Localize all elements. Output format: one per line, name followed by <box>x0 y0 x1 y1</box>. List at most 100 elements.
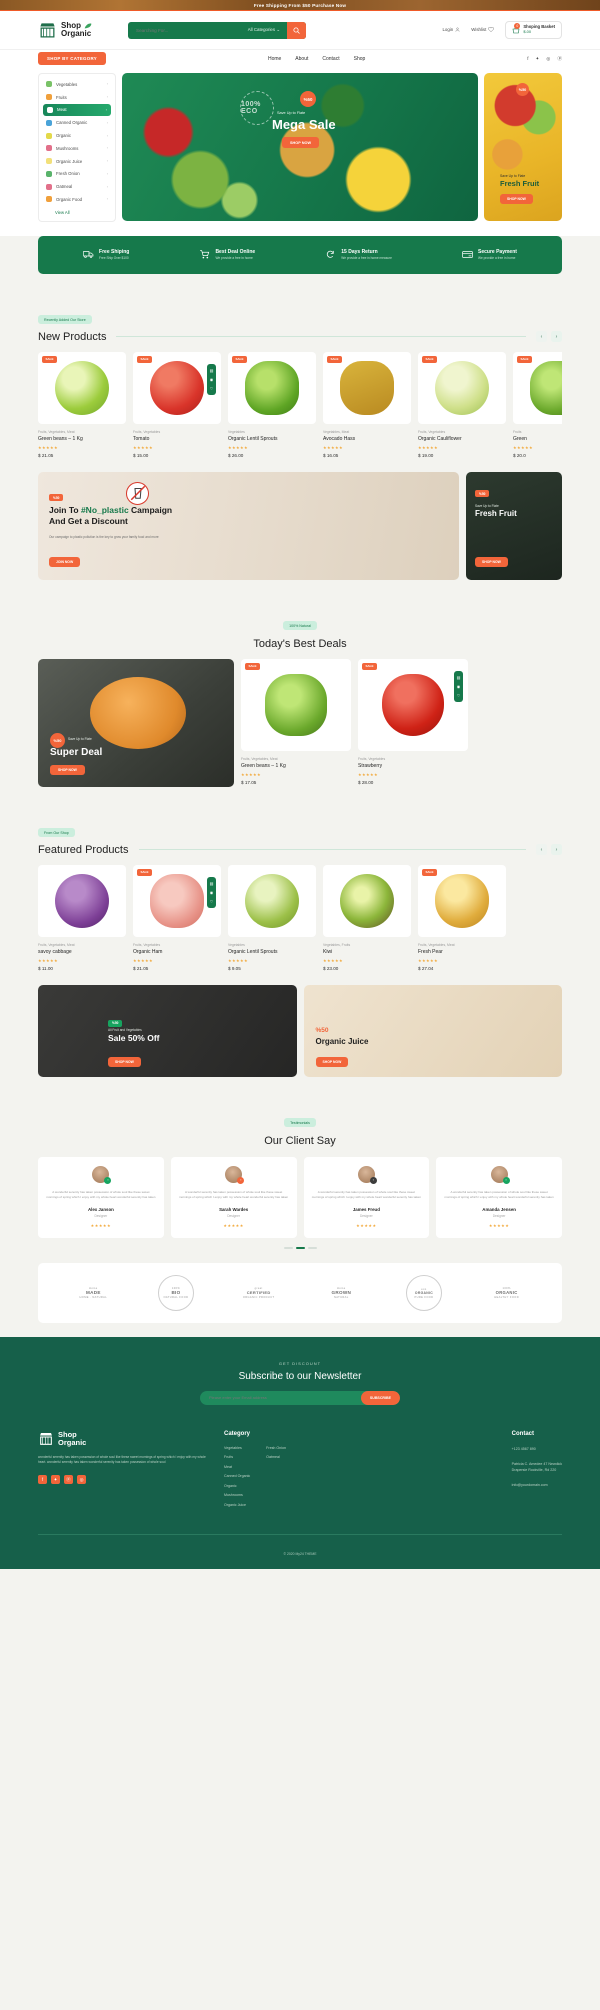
chevron-right-icon[interactable]: › <box>551 844 562 856</box>
pagination-dot[interactable] <box>283 1246 293 1249</box>
product-name[interactable]: Green beans – 1 Kg <box>241 763 351 769</box>
instagram-icon[interactable]: ◎ <box>77 1475 86 1485</box>
sidebar-item-mushrooms[interactable]: Mushrooms › <box>39 142 115 155</box>
hero-banner-side[interactable]: %50 Save Up to Flate Fresh Fruit SHOP NO… <box>484 73 562 221</box>
instagram-icon[interactable]: ◎ <box>546 56 550 62</box>
product-card[interactable]: SALE Fruits Green ★★★★★ $ 20.0 <box>513 351 562 458</box>
promo-banner-no-plastic[interactable]: %50 Join To #No_plastic Campaign And Get… <box>38 471 459 580</box>
product-name[interactable]: Organic Lentil Sprouts <box>228 436 316 442</box>
sidebar-item-fruits[interactable]: Fruits › <box>39 91 115 104</box>
eye-icon[interactable]: ◉ <box>457 684 461 689</box>
product-card[interactable]: SALE Fruits, Vegetables, Meat Green bean… <box>241 658 351 787</box>
product-quick-actions[interactable]: ▤ ◉ ♡ <box>454 670 463 702</box>
product-card[interactable]: SALE ▤ ◉ ♡ Fruits, Vegetables Strawberry… <box>358 658 468 787</box>
cart-icon[interactable]: ▤ <box>457 675 461 680</box>
promo-shop-now-button[interactable]: SHOP NOW <box>475 556 508 567</box>
wishlist-link[interactable]: Wishlist <box>471 27 495 32</box>
pinterest-icon[interactable]: ⓟ <box>64 1475 73 1485</box>
footer-link[interactable]: Meat <box>224 1465 250 1469</box>
promo-banner-fresh-fruit[interactable]: %50 Save Up to Flate Fresh Fruit SHOP NO… <box>466 471 562 580</box>
footer-link[interactable]: Vegetables <box>224 1446 250 1450</box>
banner-shop-now-button[interactable]: SHOP NOW <box>108 1056 141 1067</box>
product-card[interactable]: SALE Fruits, Vegetables, Meat Fresh Pear… <box>418 864 506 971</box>
banner-shop-now-button[interactable]: SHOP NOW <box>315 1056 349 1067</box>
sidebar-item-fresh-onion[interactable]: Fresh Onion › <box>39 167 115 180</box>
search-category-select[interactable]: All Categories ⌄ <box>248 27 287 33</box>
super-deal-card[interactable]: %50 Save Up to Flate Super Deal SHOP NOW <box>38 658 234 787</box>
twitter-icon[interactable]: ✦ <box>51 1475 60 1485</box>
product-card[interactable]: SALE Fruits, Vegetables Organic Cauliflo… <box>418 351 506 458</box>
sidebar-item-meat[interactable]: Meat › <box>43 103 111 117</box>
footer-link[interactable]: Mushrooms <box>224 1493 250 1497</box>
footer-link[interactable]: Fruits <box>224 1455 250 1459</box>
search-bar[interactable]: All Categories ⌄ <box>128 21 306 39</box>
sidebar-item-organic[interactable]: Organic › <box>39 129 115 142</box>
product-card[interactable]: Vegetables Organic Lentil Sprouts ★★★★★ … <box>228 864 316 971</box>
product-quick-actions[interactable]: ▤ ◉ ♡ <box>207 876 216 908</box>
footer-email[interactable]: info@yourdomain.com <box>512 1482 562 1488</box>
product-card[interactable]: Vegetables, Fruits Kiwi ★★★★★ $ 23.00 <box>323 864 411 971</box>
side-shop-now-button[interactable]: SHOP NOW <box>500 194 533 204</box>
shop-by-category-button[interactable]: SHOP BY CATEGORY <box>38 52 107 65</box>
shopping-basket[interactable]: 0 Shoping Basket $.00 <box>505 21 562 39</box>
product-name[interactable]: Fresh Pear <box>418 949 506 955</box>
chevron-left-icon[interactable]: ‹ <box>536 331 547 343</box>
cart-icon[interactable]: ▤ <box>210 881 214 886</box>
sidebar-item-organic-juice[interactable]: Organic Juice › <box>39 155 115 168</box>
pinterest-icon[interactable]: ⓟ <box>557 56 562 62</box>
product-name[interactable]: Organic Cauliflower <box>418 436 506 442</box>
heart-icon[interactable]: ♡ <box>210 899 214 904</box>
footer-link[interactable]: Canned Organic <box>224 1474 250 1478</box>
product-card[interactable]: SALE Fruits, Vegetables, Meat Green bean… <box>38 351 126 458</box>
twitter-icon[interactable]: ✦ <box>536 56 540 62</box>
view-all-categories-link[interactable]: View All <box>39 206 115 217</box>
testimonial-pagination[interactable] <box>38 1246 562 1249</box>
banner-organic-juice[interactable]: %50 Organic Juice SHOP NOW <box>303 984 562 1077</box>
facebook-icon[interactable]: f <box>38 1475 47 1485</box>
pagination-dot[interactable] <box>307 1246 317 1249</box>
search-input[interactable] <box>128 27 248 33</box>
product-card[interactable]: SALE Vegetables Organic Lentil Sprouts ★… <box>228 351 316 458</box>
hero-shop-now-button[interactable]: SHOP NOW <box>282 137 320 148</box>
cart-icon[interactable]: ▤ <box>210 368 214 373</box>
footer-logo[interactable]: Shop Organic <box>38 1430 206 1447</box>
sidebar-item-oatmeal[interactable]: Oatmeal › <box>39 180 115 193</box>
footer-link[interactable]: Fresh Onion <box>266 1446 286 1450</box>
product-name[interactable]: Tomato <box>133 436 221 442</box>
product-card[interactable]: SALE Vegetables, Meat Avocado Hass ★★★★★… <box>323 351 411 458</box>
heart-icon[interactable]: ♡ <box>210 386 214 391</box>
footer-phone[interactable]: +123 4567 890 <box>512 1446 562 1452</box>
product-name[interactable]: Green beans – 1 Kg <box>38 436 126 442</box>
eye-icon[interactable]: ◉ <box>210 890 214 895</box>
product-quick-actions[interactable]: ▤ ◉ ♡ <box>207 363 216 395</box>
footer-link[interactable]: Organic <box>224 1484 250 1488</box>
chevron-right-icon[interactable]: › <box>551 331 562 343</box>
logo[interactable]: Shop Organic <box>38 21 92 40</box>
product-card[interactable]: SALE ▤ ◉ ♡ Fruits, Vegetables Tomato ★★★… <box>133 351 221 458</box>
newsletter-form[interactable]: SUBSCRIBE <box>200 1390 400 1405</box>
promo-join-now-button[interactable]: JOIN NOW <box>49 556 81 567</box>
product-name[interactable]: Organic Lentil Sprouts <box>228 949 316 955</box>
hero-banner-main[interactable]: 100% ECO %50 Save Up to Flate Mega Sale … <box>122 73 478 221</box>
heart-icon[interactable]: ♡ <box>457 693 461 698</box>
pagination-dot-active[interactable] <box>295 1246 305 1249</box>
product-name[interactable]: savoy cabbage <box>38 949 126 955</box>
sidebar-item-vegetables[interactable]: Vegetables › <box>39 78 115 91</box>
sidebar-item-organic-food[interactable]: Organic Food › <box>39 193 115 206</box>
product-card[interactable]: SALE ▤ ◉ ♡ Fruits, Vegetables Organic Ha… <box>133 864 221 971</box>
newsletter-email-input[interactable] <box>200 1395 361 1400</box>
sidebar-item-canned-organic[interactable]: Canned Organic › <box>39 116 115 129</box>
login-link[interactable]: Login <box>442 27 460 32</box>
chevron-left-icon[interactable]: ‹ <box>536 844 547 856</box>
deal-shop-now-button[interactable]: SHOP NOW <box>50 764 85 775</box>
facebook-icon[interactable]: f <box>527 56 528 62</box>
product-card[interactable]: Fruits, Vegetables, Meat savoy cabbage ★… <box>38 864 126 971</box>
footer-link[interactable]: Organic Juice <box>224 1503 250 1507</box>
product-name[interactable]: Green <box>513 436 562 442</box>
product-name[interactable]: Kiwi <box>323 949 411 955</box>
product-name[interactable]: Organic Ham <box>133 949 221 955</box>
nav-item-contact[interactable]: Contact <box>322 56 339 62</box>
product-name[interactable]: Avocado Hass <box>323 436 411 442</box>
footer-link[interactable]: Oatmeal <box>266 1455 286 1459</box>
eye-icon[interactable]: ◉ <box>210 377 214 382</box>
